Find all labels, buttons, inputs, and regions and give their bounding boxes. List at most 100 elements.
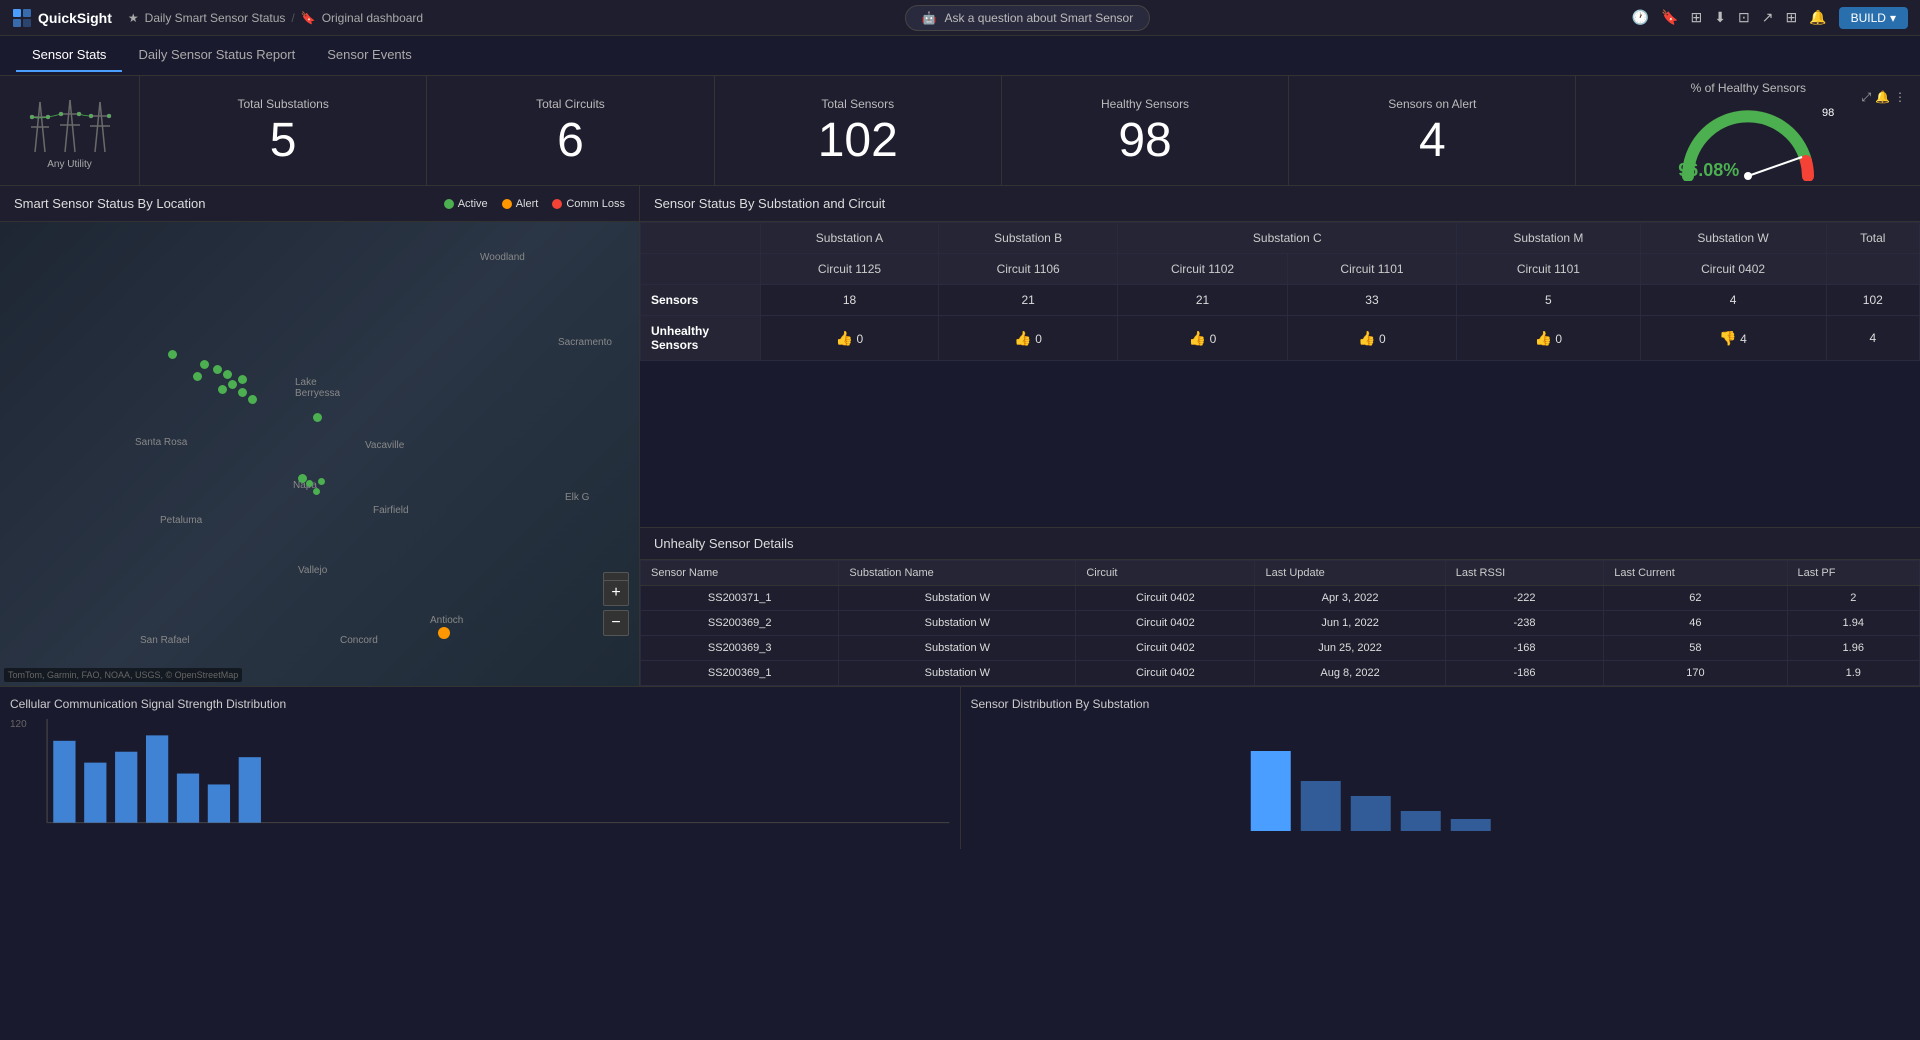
bar-chart-svg (10, 719, 950, 839)
map-pin-green[interactable] (213, 365, 222, 374)
bookmark-icon[interactable]: 🔖 (1661, 9, 1678, 26)
map-pin-green[interactable] (223, 370, 232, 379)
thumbs-up-icon-c2: 👍 (1358, 330, 1375, 346)
stat-pct-healthy-label: % of Healthy Sensors (1691, 81, 1806, 95)
map-pin-green[interactable] (313, 488, 320, 495)
details-table-row: SS200369_3 Substation W Circuit 0402 Jun… (641, 636, 1920, 661)
stat-total-substations-label: Total Substations (237, 97, 328, 111)
col-header-sub-b: Substation B (939, 223, 1118, 254)
col-sensor-name: Sensor Name (641, 561, 839, 586)
detail-last-current: 62 (1604, 586, 1787, 611)
breadcrumb-title[interactable]: Daily Smart Sensor Status (145, 11, 286, 25)
map-pin-green[interactable] (248, 395, 257, 404)
zoom-out-button[interactable]: − (603, 610, 629, 636)
bottom-chart-signal: Cellular Communication Signal Strength D… (0, 687, 961, 849)
expand-icon[interactable]: ⤢ (1861, 90, 1871, 105)
download-icon[interactable]: ⬇ (1714, 9, 1726, 26)
distribution-chart-svg (979, 731, 1903, 831)
stat-total-circuits-value: 6 (557, 117, 584, 165)
tab-sensor-events[interactable]: Sensor Events (311, 39, 428, 72)
stat-total-sensors-value: 102 (818, 117, 898, 165)
breadcrumb: ★ Daily Smart Sensor Status / 🔖 Original… (128, 11, 423, 25)
map-pin-green[interactable] (193, 372, 202, 381)
col-header-total: Total (1826, 223, 1919, 254)
tab-sensor-stats[interactable]: Sensor Stats (16, 39, 122, 72)
circuit-1101-m: Circuit 1101 (1457, 254, 1640, 285)
table-row-sensors: Sensors 18 21 21 33 5 4 102 (641, 285, 1920, 316)
substation-table-header: Sensor Status By Substation and Circuit (640, 186, 1920, 222)
stat-total-substations-value: 5 (270, 117, 297, 165)
bell-icon[interactable]: 🔔 (1809, 9, 1826, 26)
chevron-down-icon: ▾ (1890, 11, 1896, 25)
map-pin-orange[interactable] (438, 627, 450, 639)
stat-total-substations: Total Substations 5 (140, 76, 427, 185)
stat-sensors-alert: Sensors on Alert 4 (1289, 76, 1576, 185)
tab-daily-report[interactable]: Daily Sensor Status Report (122, 39, 311, 72)
table-icon[interactable]: ⊞ (1691, 9, 1703, 26)
stat-healthy-sensors-label: Healthy Sensors (1101, 97, 1189, 111)
details-table-row: SS200371_1 Substation W Circuit 0402 Apr… (641, 586, 1920, 611)
detail-last-current: 46 (1604, 611, 1787, 636)
col-last-pf: Last PF (1787, 561, 1919, 586)
map-pin-green[interactable] (313, 413, 322, 422)
map-label-sacramento: Sacramento (558, 337, 612, 348)
map-label-lake: LakeBerryessa (295, 377, 340, 399)
build-button[interactable]: BUILD ▾ (1839, 7, 1908, 29)
comm-loss-dot (552, 199, 562, 209)
map-label-vacaville: Vacaville (365, 440, 404, 451)
chart2-title: Sensor Distribution By Substation (971, 697, 1911, 711)
map-pin-green[interactable] (318, 478, 325, 485)
detail-substation: Substation W (839, 661, 1076, 686)
unhealthy-val-c2: 👍 0 (1287, 316, 1456, 361)
circuit-1106: Circuit 1106 (939, 254, 1118, 285)
detail-last-rssi: -186 (1445, 661, 1604, 686)
ai-question-bar[interactable]: 🤖 Ask a question about Smart Sensor (905, 5, 1151, 31)
thumbs-up-icon-b: 👍 (1014, 330, 1031, 346)
map-pin-green[interactable] (238, 375, 247, 384)
detail-last-update: Aug 8, 2022 (1255, 661, 1445, 686)
detail-circuit: Circuit 0402 (1076, 661, 1255, 686)
map-label-woodland: Woodland (480, 252, 525, 263)
circuit-1101-c: Circuit 1101 (1287, 254, 1456, 285)
stat-total-circuits: Total Circuits 6 (427, 76, 714, 185)
top-bar-right: 🕐 🔖 ⊞ ⬇ ⊡ ↗ ⊞ 🔔 BUILD ▾ (1632, 7, 1908, 29)
menu-icon[interactable]: ⋮ (1894, 90, 1906, 105)
logo-text: Any Utility (47, 159, 91, 170)
detail-last-pf: 1.96 (1787, 636, 1919, 661)
detail-last-current: 58 (1604, 636, 1787, 661)
map-pin-green[interactable] (200, 360, 209, 369)
sensors-val-b: 21 (939, 285, 1118, 316)
detail-last-rssi: -238 (1445, 611, 1604, 636)
alert-icon[interactable]: 🔔 (1875, 90, 1890, 105)
map-pin-green[interactable] (228, 380, 237, 389)
fullscreen-icon[interactable]: ⊞ (1785, 9, 1797, 26)
history-icon[interactable]: 🕐 (1632, 9, 1649, 26)
filter-icon[interactable]: ⊡ (1738, 9, 1750, 26)
col-substation-name: Substation Name (839, 561, 1076, 586)
detail-sensor-name: SS200369_1 (641, 661, 839, 686)
main-content: Smart Sensor Status By Location Active A… (0, 186, 1920, 686)
stat-sensors-alert-value: 4 (1419, 117, 1446, 165)
gauge-max: 98 (1822, 107, 1834, 119)
thumbs-down-icon-w: 👎 (1719, 330, 1736, 346)
zoom-in-button[interactable]: + (603, 580, 629, 606)
breadcrumb-original[interactable]: Original dashboard (322, 11, 423, 25)
map-pin-green[interactable] (306, 480, 313, 487)
map-pin-green[interactable] (218, 385, 227, 394)
thumbs-up-icon-c1: 👍 (1189, 330, 1206, 346)
detail-last-pf: 2 (1787, 586, 1919, 611)
share-icon[interactable]: ↗ (1762, 9, 1774, 26)
sensors-val-c1: 21 (1118, 285, 1287, 316)
bottom-row: Cellular Communication Signal Strength D… (0, 686, 1920, 849)
col-last-rssi: Last RSSI (1445, 561, 1604, 586)
top-bar-center: 🤖 Ask a question about Smart Sensor (423, 5, 1632, 31)
sensors-total: 102 (1826, 285, 1919, 316)
map-pin-green[interactable] (238, 388, 247, 397)
unhealthy-details-header: Unhealty Sensor Details (640, 528, 1920, 560)
logo[interactable]: QuickSight (12, 8, 112, 28)
circuit-1102: Circuit 1102 (1118, 254, 1287, 285)
map-pin-green[interactable] (168, 350, 177, 359)
map-area[interactable]: Woodland Sacramento LakeBerryessa Santa … (0, 222, 639, 686)
ai-icon: 🤖 (922, 11, 937, 25)
stats-row: Any Utility Total Substations 5 Total Ci… (0, 76, 1920, 186)
